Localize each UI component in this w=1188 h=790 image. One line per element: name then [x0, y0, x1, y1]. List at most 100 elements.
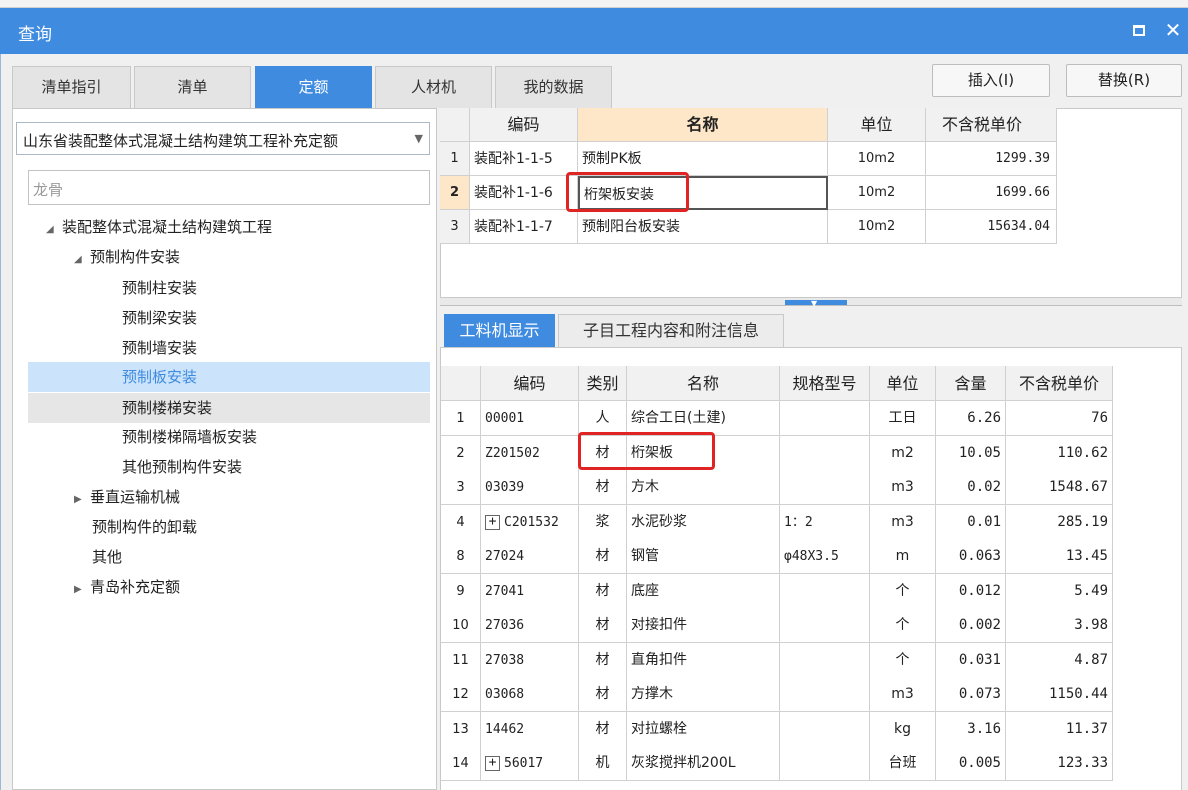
material-type[interactable]: 材	[579, 539, 627, 574]
material-price[interactable]: 1150.44	[1006, 677, 1113, 712]
material-spec[interactable]: 1：2	[780, 504, 870, 540]
material-code[interactable]: + C201532	[481, 504, 579, 540]
material-code[interactable]: 27036	[481, 608, 579, 643]
material-price[interactable]: 5.49	[1006, 573, 1113, 609]
material-code[interactable]: 00001	[481, 401, 579, 436]
material-unit[interactable]: m3	[870, 677, 936, 712]
material-unit[interactable]: 工日	[870, 401, 936, 436]
search-input[interactable]: 龙骨	[28, 170, 430, 205]
column-header-price[interactable]: 不含税单价	[926, 108, 1057, 142]
material-name[interactable]: 水泥砂浆	[627, 504, 780, 540]
expand-icon[interactable]: ▶	[74, 485, 90, 515]
material-code[interactable]: 27038	[481, 642, 579, 678]
material-code[interactable]: 27041	[481, 573, 579, 609]
quota-name[interactable]: 预制阳台板安装	[578, 210, 828, 244]
tree-node-beam[interactable]: 预制梁安装	[122, 303, 197, 333]
material-quantity[interactable]: 3.16	[936, 711, 1006, 747]
material-code[interactable]: 03039	[481, 470, 579, 505]
quota-code[interactable]: 装配补1-1-6	[470, 176, 578, 210]
column-header-price[interactable]: 不含税单价	[1006, 366, 1113, 401]
library-select[interactable]: 山东省装配整体式混凝土结构建筑工程补充定额 ▼	[16, 122, 430, 155]
material-type[interactable]: 材	[579, 677, 627, 712]
quota-code[interactable]: 装配补1-1-5	[470, 142, 578, 176]
material-name[interactable]: 方撑木	[627, 677, 780, 712]
material-name[interactable]: 底座	[627, 573, 780, 609]
quota-name[interactable]: 预制PK板	[578, 142, 828, 176]
tab-work-content[interactable]: 子目工程内容和附注信息	[558, 314, 784, 347]
quota-price[interactable]: 1299.39	[926, 142, 1057, 176]
material-quantity[interactable]: 0.031	[936, 642, 1006, 678]
column-header-unit[interactable]: 单位	[870, 366, 936, 401]
material-spec[interactable]	[780, 401, 870, 436]
collapse-icon[interactable]: ◢	[74, 245, 90, 275]
tree-node-slab[interactable]: 预制板安装	[122, 362, 197, 392]
quota-unit[interactable]: 10m2	[828, 176, 926, 210]
material-type[interactable]: 材	[579, 573, 627, 609]
column-header-spec[interactable]: 规格型号	[780, 366, 870, 401]
tree-node-unloading[interactable]: 预制构件的卸载	[92, 512, 197, 542]
material-quantity[interactable]: 0.063	[936, 539, 1006, 574]
quota-unit[interactable]: 10m2	[828, 210, 926, 244]
material-quantity[interactable]: 0.005	[936, 746, 1006, 781]
tree-node-prefab-install[interactable]: ◢ 预制构件安装	[74, 242, 180, 272]
material-price[interactable]: 4.87	[1006, 642, 1113, 678]
column-header-quantity[interactable]: 含量	[936, 366, 1006, 401]
material-price[interactable]: 76	[1006, 401, 1113, 436]
collapse-icon[interactable]: ◢	[46, 215, 62, 245]
expand-icon[interactable]: +	[485, 756, 500, 771]
material-type[interactable]: 材	[579, 470, 627, 505]
material-quantity[interactable]: 6.26	[936, 401, 1006, 436]
panel-splitter[interactable]: ▼	[440, 298, 1182, 308]
material-code[interactable]: +56017	[481, 746, 579, 781]
material-name[interactable]: 直角扣件	[627, 642, 780, 678]
material-type[interactable]: 材	[579, 711, 627, 747]
material-spec[interactable]	[780, 677, 870, 712]
material-unit[interactable]: m3	[870, 470, 936, 505]
material-quantity[interactable]: 0.02	[936, 470, 1006, 505]
material-code[interactable]: Z201502	[481, 435, 579, 471]
material-unit[interactable]: 个	[870, 642, 936, 678]
column-header-name[interactable]: 名称	[627, 366, 780, 401]
material-name[interactable]: 对拉螺栓	[627, 711, 780, 747]
material-type[interactable]: 材	[579, 642, 627, 678]
tree-node-other-prefab[interactable]: 其他预制构件安装	[122, 452, 242, 482]
column-header-code[interactable]: 编码	[470, 108, 578, 142]
insert-button[interactable]: 插入(I)	[932, 64, 1050, 97]
tree-node-stair-partition[interactable]: 预制楼梯隔墙板安装	[122, 422, 257, 452]
material-quantity[interactable]: 0.002	[936, 608, 1006, 643]
material-unit[interactable]: kg	[870, 711, 936, 747]
tab-labor-material-machine[interactable]: 人材机	[375, 66, 492, 108]
tree-node-vertical-transport[interactable]: ▶ 垂直运输机械	[74, 482, 180, 512]
material-spec[interactable]	[780, 746, 870, 781]
material-spec[interactable]: φ48X3.5	[780, 539, 870, 574]
tab-bill-guide[interactable]: 清单指引	[12, 66, 131, 108]
material-unit[interactable]: m3	[870, 504, 936, 540]
material-name[interactable]: 灰浆搅拌机200L	[627, 746, 780, 781]
material-type[interactable]: 浆	[579, 504, 627, 540]
tree-node-column[interactable]: 预制柱安装	[122, 273, 197, 303]
quota-code[interactable]: 装配补1-1-7	[470, 210, 578, 244]
material-unit[interactable]: 个	[870, 608, 936, 643]
material-quantity[interactable]: 0.01	[936, 504, 1006, 540]
material-code[interactable]: 03068	[481, 677, 579, 712]
column-header-name[interactable]: 名称	[578, 108, 828, 142]
material-unit[interactable]: 台班	[870, 746, 936, 781]
tree-node-stair[interactable]: 预制楼梯安装	[122, 393, 212, 423]
material-price[interactable]: 1548.67	[1006, 470, 1113, 505]
material-quantity[interactable]: 0.073	[936, 677, 1006, 712]
tree-node-other[interactable]: 其他	[92, 542, 122, 572]
material-code[interactable]: 27024	[481, 539, 579, 574]
material-spec[interactable]	[780, 642, 870, 678]
tree-node-root[interactable]: ◢ 装配整体式混凝土结构建筑工程	[46, 212, 272, 242]
tab-bill[interactable]: 清单	[134, 66, 251, 108]
material-price[interactable]: 110.62	[1006, 435, 1113, 471]
expand-icon[interactable]: +	[485, 514, 500, 530]
material-type[interactable]: 人	[579, 401, 627, 436]
material-code[interactable]: 14462	[481, 711, 579, 747]
material-price[interactable]: 11.37	[1006, 711, 1113, 747]
tab-my-data[interactable]: 我的数据	[495, 66, 612, 108]
material-spec[interactable]	[780, 711, 870, 747]
tree-node-qingdao[interactable]: ▶ 青岛补充定额	[74, 572, 180, 602]
material-name[interactable]: 对接扣件	[627, 608, 780, 643]
material-type[interactable]: 材	[579, 608, 627, 643]
